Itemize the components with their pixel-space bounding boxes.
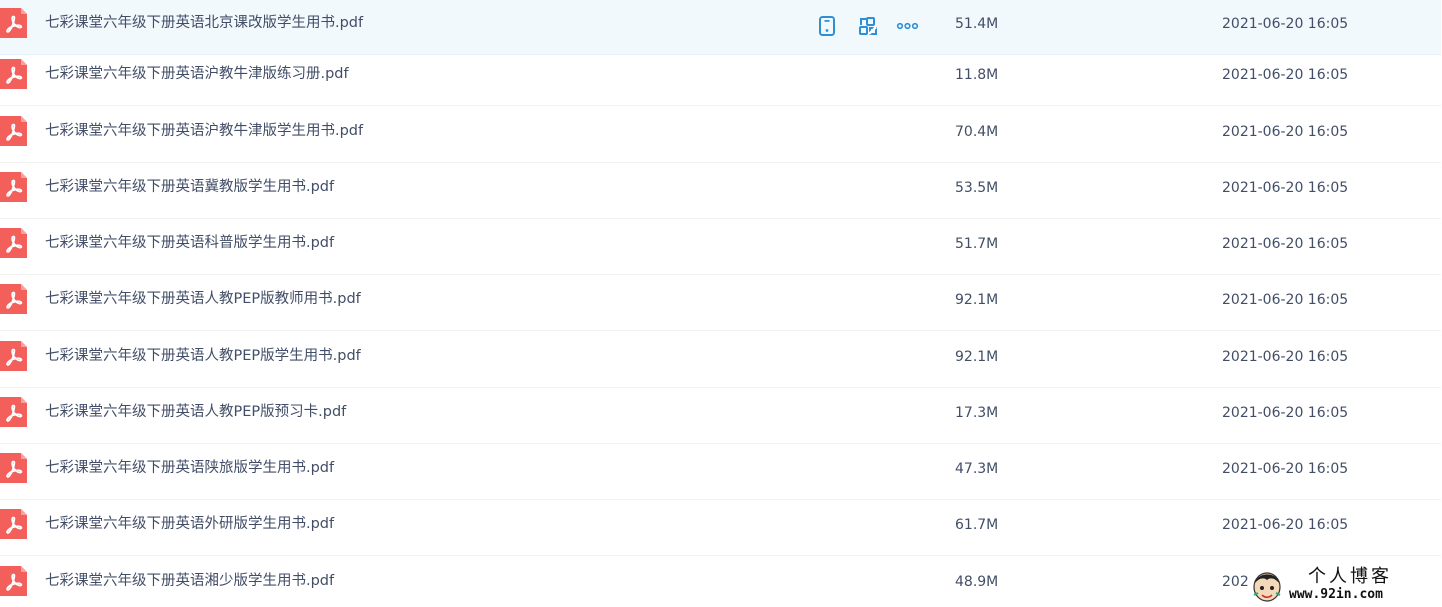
pdf-icon bbox=[0, 341, 27, 371]
file-name[interactable]: 七彩课堂六年级下册英语科普版学生用书.pdf bbox=[45, 233, 334, 253]
pdf-icon bbox=[0, 509, 27, 539]
file-date: 2021-06-20 16:05 bbox=[1222, 67, 1349, 83]
file-row[interactable]: 七彩课堂六年级下册英语科普版学生用书.pdf 51.7M 2021-06-20 … bbox=[0, 220, 1441, 275]
file-list: 七彩课堂六年级下册英语北京课改版学生用书.pdf 51.4M 2021-06-2… bbox=[0, 0, 1442, 607]
file-name[interactable]: 七彩课堂六年级下册英语外研版学生用书.pdf bbox=[45, 514, 334, 534]
file-row[interactable]: 七彩课堂六年级下册英语北京课改版学生用书.pdf 51.4M 2021-06-2… bbox=[0, 0, 1441, 55]
row-actions bbox=[816, 14, 926, 38]
more-icon[interactable] bbox=[896, 14, 920, 38]
file-date: 2021-06-20 16:05 bbox=[1222, 349, 1349, 365]
file-name[interactable]: 七彩课堂六年级下册英语沪教牛津版学生用书.pdf bbox=[45, 121, 363, 141]
file-date: 2021-06-20 16:05 bbox=[1222, 517, 1349, 533]
file-date: 2021-06-20 16:05 bbox=[1222, 292, 1349, 308]
file-row[interactable]: 七彩课堂六年级下册英语人教PEP版教师用书.pdf 92.1M 2021-06-… bbox=[0, 276, 1441, 331]
file-name[interactable]: 七彩课堂六年级下册英语人教PEP版教师用书.pdf bbox=[45, 289, 361, 309]
file-size: 70.4M bbox=[955, 124, 999, 140]
file-row[interactable]: 七彩课堂六年级下册英语沪教牛津版学生用书.pdf 70.4M 2021-06-2… bbox=[0, 108, 1441, 163]
file-size: 11.8M bbox=[955, 67, 999, 83]
file-date: 2021-06-20 16:05 bbox=[1222, 16, 1349, 32]
file-size: 51.7M bbox=[955, 236, 999, 252]
watermark-url: www.92in.com bbox=[1289, 587, 1383, 602]
pdf-icon bbox=[0, 116, 27, 146]
file-row[interactable]: 七彩课堂六年级下册英语冀教版学生用书.pdf 53.5M 2021-06-20 … bbox=[0, 164, 1441, 219]
file-size: 17.3M bbox=[955, 405, 999, 421]
file-name[interactable]: 七彩课堂六年级下册英语人教PEP版预习卡.pdf bbox=[45, 402, 346, 422]
avatar-icon bbox=[1252, 569, 1282, 603]
file-name[interactable]: 七彩课堂六年级下册英语湘少版学生用书.pdf bbox=[45, 571, 334, 591]
file-row[interactable]: 七彩课堂六年级下册英语人教PEP版预习卡.pdf 17.3M 2021-06-2… bbox=[0, 389, 1441, 444]
file-row[interactable]: 七彩课堂六年级下册英语外研版学生用书.pdf 61.7M 2021-06-20 … bbox=[0, 501, 1441, 556]
file-size: 53.5M bbox=[955, 180, 999, 196]
file-size: 92.1M bbox=[955, 292, 999, 308]
file-size: 48.9M bbox=[955, 574, 999, 590]
pdf-icon bbox=[0, 284, 27, 314]
file-row[interactable]: 七彩课堂六年级下册英语沪教牛津版练习册.pdf 11.8M 2021-06-20… bbox=[0, 51, 1441, 106]
file-row[interactable]: 七彩课堂六年级下册英语陕旅版学生用书.pdf 47.3M 2021-06-20 … bbox=[0, 445, 1441, 500]
pdf-icon bbox=[0, 228, 27, 258]
file-name[interactable]: 七彩课堂六年级下册英语陕旅版学生用书.pdf bbox=[45, 458, 334, 478]
file-name[interactable]: 七彩课堂六年级下册英语沪教牛津版练习册.pdf bbox=[45, 64, 349, 84]
file-size: 51.4M bbox=[955, 16, 999, 32]
file-date: 2021-06-20 16:05 bbox=[1222, 124, 1349, 140]
pdf-icon bbox=[0, 397, 27, 427]
file-row[interactable]: 七彩课堂六年级下册英语湘少版学生用书.pdf 48.9M 2021-06-20 … bbox=[0, 558, 1441, 607]
file-name[interactable]: 七彩课堂六年级下册英语冀教版学生用书.pdf bbox=[45, 177, 334, 197]
pdf-icon bbox=[0, 566, 27, 596]
pdf-icon bbox=[0, 453, 27, 483]
file-row[interactable]: 七彩课堂六年级下册英语人教PEP版学生用书.pdf 92.1M 2021-06-… bbox=[0, 333, 1441, 388]
file-size: 61.7M bbox=[955, 517, 999, 533]
file-date: 2021-06-20 16:05 bbox=[1222, 236, 1349, 252]
watermark-title: 个人博客 bbox=[1308, 566, 1392, 587]
file-size: 92.1M bbox=[955, 349, 999, 365]
pdf-icon bbox=[0, 8, 27, 38]
file-name[interactable]: 七彩课堂六年级下册英语人教PEP版学生用书.pdf bbox=[45, 346, 361, 366]
file-size: 47.3M bbox=[955, 461, 999, 477]
file-date: 2021-06-20 16:05 bbox=[1222, 461, 1349, 477]
pdf-icon bbox=[0, 172, 27, 202]
phone-icon[interactable] bbox=[816, 14, 840, 38]
file-date: 2021-06-20 16:05 bbox=[1222, 180, 1349, 196]
pdf-icon bbox=[0, 59, 27, 89]
share-icon[interactable] bbox=[856, 14, 880, 38]
file-name[interactable]: 七彩课堂六年级下册英语北京课改版学生用书.pdf bbox=[45, 13, 363, 33]
file-date: 2021-06-20 16:05 bbox=[1222, 405, 1349, 421]
